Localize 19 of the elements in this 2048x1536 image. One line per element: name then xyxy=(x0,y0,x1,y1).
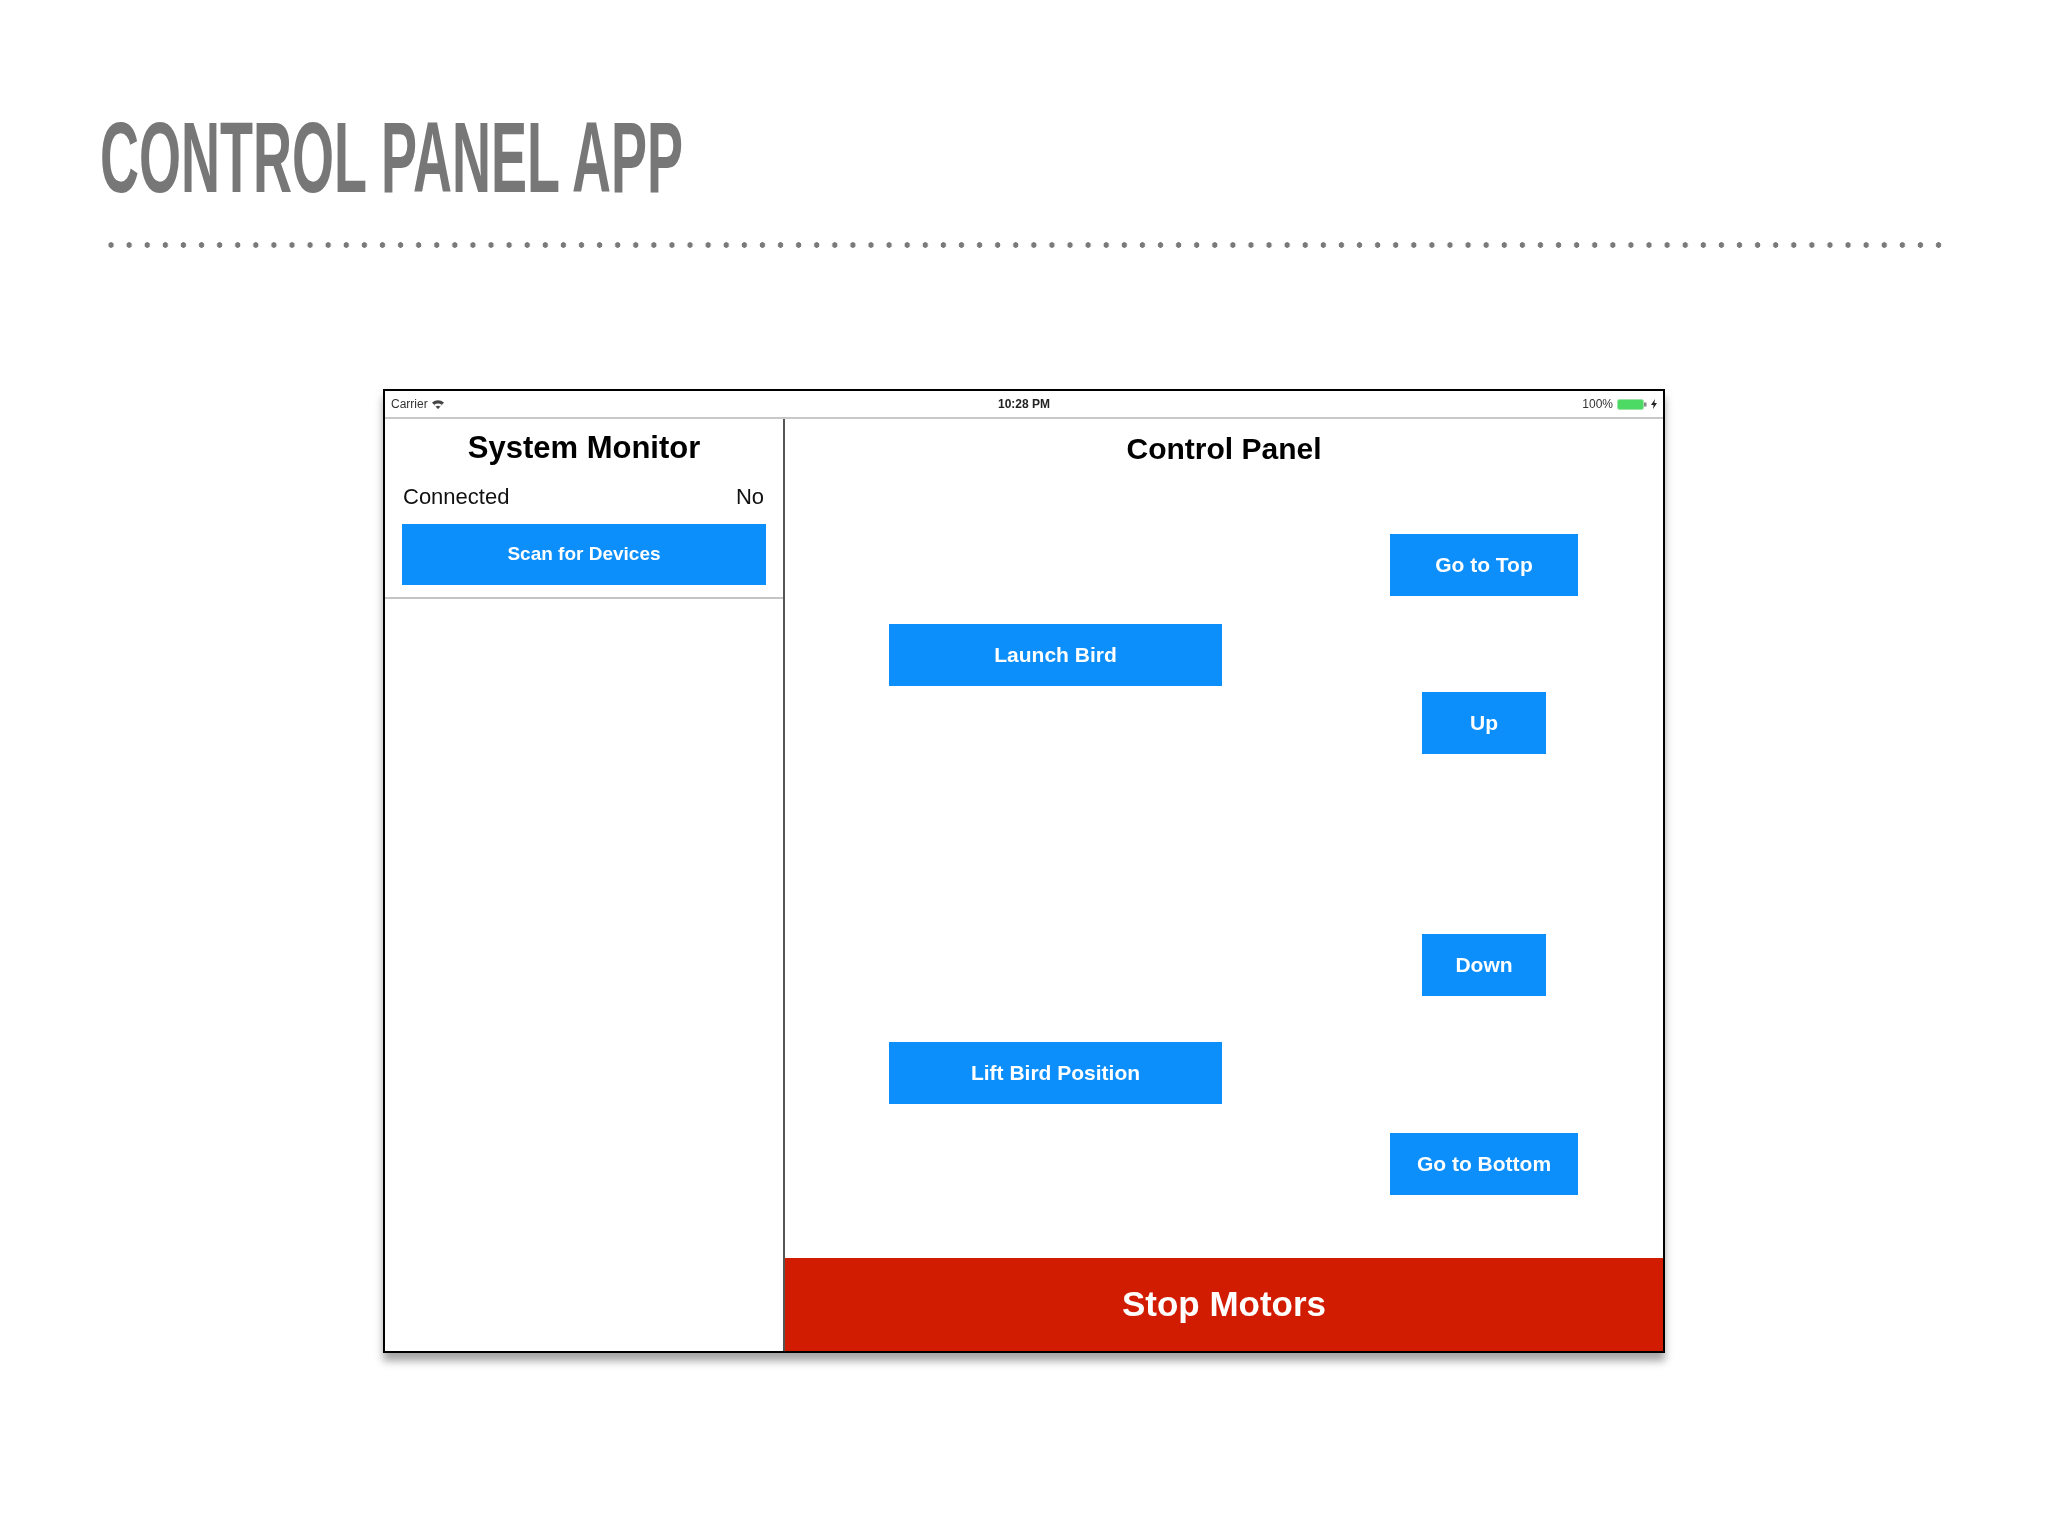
panel-title: Control Panel xyxy=(1125,431,1323,467)
status-label: Connected xyxy=(403,482,510,511)
down-button[interactable]: Down xyxy=(1422,934,1546,996)
carrier-label: Carrier xyxy=(391,396,428,413)
panel-title: System Monitor xyxy=(466,430,702,466)
charging-bolt-icon xyxy=(1651,399,1657,409)
clock-time: 10:28 PM xyxy=(998,396,1050,413)
wifi-icon xyxy=(431,399,444,409)
battery-percent: 100% xyxy=(1582,396,1613,413)
go-to-bottom-button[interactable]: Go to Bottom xyxy=(1390,1133,1578,1195)
status-value: No xyxy=(735,482,764,511)
go-to-top-button[interactable]: Go to Top xyxy=(1390,534,1578,596)
up-button[interactable]: Up xyxy=(1422,692,1546,754)
stop-motors-button[interactable]: Stop Motors xyxy=(785,1258,1663,1351)
slide-title: CONTROL PANEL APP xyxy=(100,107,684,207)
battery-icon xyxy=(1617,398,1647,410)
launch-bird-button[interactable]: Launch Bird xyxy=(889,624,1222,686)
lift-bird-position-button[interactable]: Lift Bird Position xyxy=(889,1042,1222,1104)
scan-for-devices-button[interactable]: Scan for Devices xyxy=(402,524,766,585)
